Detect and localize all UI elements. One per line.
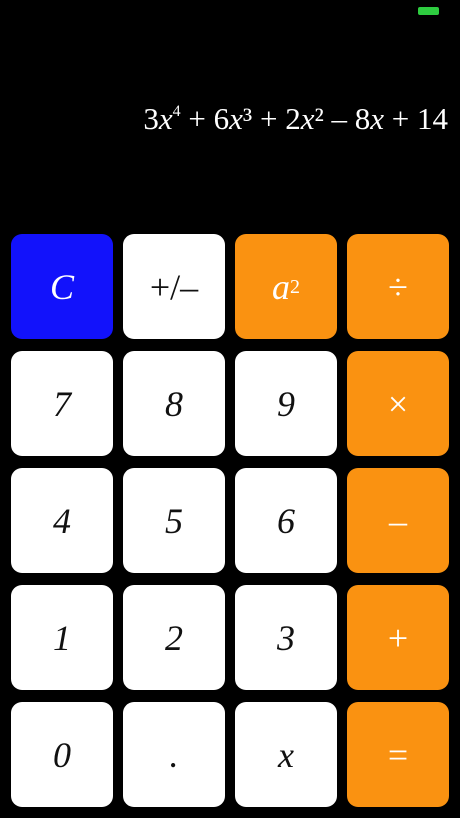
expression-display: 3x4 + 6x³ + 2x² – 8x + 14 [143,101,448,136]
divide-button[interactable]: ÷ [347,234,449,339]
multiply-button[interactable]: × [347,351,449,456]
digit-0-button[interactable]: 0 [11,702,113,807]
digit-9-button[interactable]: 9 [235,351,337,456]
variable-x-button[interactable]: x [235,702,337,807]
add-button[interactable]: + [347,585,449,690]
digit-4-button[interactable]: 4 [11,468,113,573]
decimal-point-button[interactable]: . [123,702,225,807]
digit-1-button[interactable]: 1 [11,585,113,690]
clear-button[interactable]: C [11,234,113,339]
battery-icon [418,7,439,15]
digit-5-button[interactable]: 5 [123,468,225,573]
subtract-button[interactable]: – [347,468,449,573]
equals-button[interactable]: = [347,702,449,807]
digit-6-button[interactable]: 6 [235,468,337,573]
keypad: C +/– a2 ÷ 7 8 9 × 4 5 6 – 1 2 3 + 0 . x… [11,234,449,807]
digit-2-button[interactable]: 2 [123,585,225,690]
digit-3-button[interactable]: 3 [235,585,337,690]
square-button[interactable]: a2 [235,234,337,339]
digit-7-button[interactable]: 7 [11,351,113,456]
sign-toggle-button[interactable]: +/– [123,234,225,339]
digit-8-button[interactable]: 8 [123,351,225,456]
